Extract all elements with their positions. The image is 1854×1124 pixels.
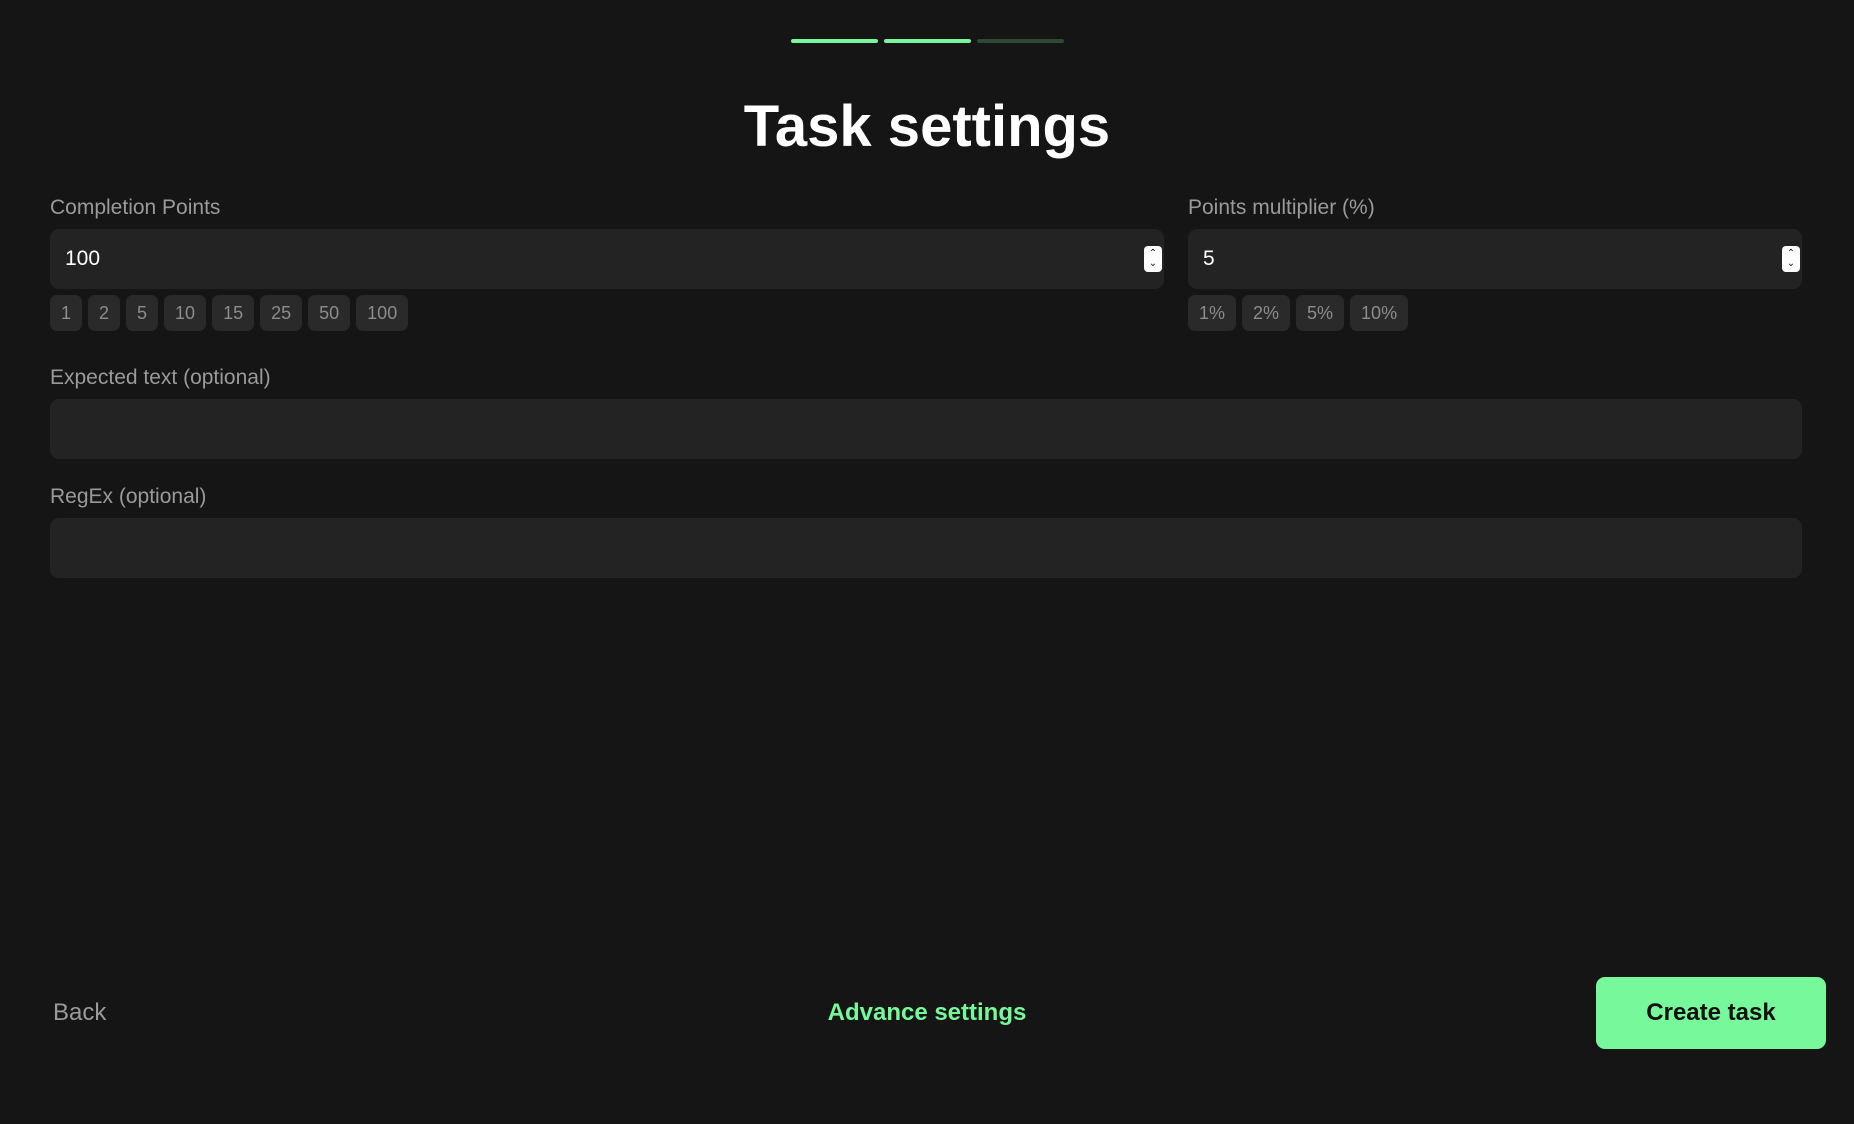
back-button[interactable]: Back (53, 999, 106, 1027)
preset-chip-25[interactable]: 25 (260, 295, 303, 331)
progress-step-1 (791, 39, 878, 43)
preset-chip-100[interactable]: 100 (356, 295, 409, 331)
points-multiplier-value: 5 (1203, 247, 1215, 270)
progress-step-2 (884, 39, 971, 43)
points-multiplier-presets: 1% 2% 5% 10% (1188, 295, 1409, 331)
preset-chip-1-percent[interactable]: 1% (1188, 295, 1237, 331)
progress-step-3 (977, 39, 1064, 43)
completion-points-label: Completion Points (50, 196, 221, 219)
points-multiplier-stepper[interactable]: ⌃ ⌄ (1782, 246, 1800, 272)
chevron-down-icon[interactable]: ⌄ (1149, 259, 1157, 269)
completion-points-input[interactable]: 100 ⌃ ⌄ (50, 229, 1164, 289)
preset-chip-1[interactable]: 1 (50, 295, 83, 331)
page-title: Task settings (743, 94, 1111, 159)
advance-settings-link[interactable]: Advance settings (828, 999, 1027, 1026)
expected-text-input[interactable] (50, 399, 1802, 459)
regex-label: RegEx (optional) (50, 485, 207, 508)
preset-chip-10-percent[interactable]: 10% (1350, 295, 1409, 331)
step-progress-indicator (791, 39, 1064, 43)
regex-input[interactable] (50, 518, 1802, 578)
points-multiplier-input[interactable]: 5 ⌃ ⌄ (1188, 229, 1802, 289)
preset-chip-15[interactable]: 15 (212, 295, 255, 331)
chevron-down-icon[interactable]: ⌄ (1787, 259, 1795, 269)
task-settings-page: Task settings Completion Points 100 ⌃ ⌄ … (0, 0, 1854, 1124)
create-task-button[interactable]: Create task (1596, 977, 1826, 1049)
advance-settings-row: Advance settings (0, 999, 1854, 1027)
preset-chip-5[interactable]: 5 (126, 295, 159, 331)
preset-chip-10[interactable]: 10 (164, 295, 207, 331)
points-multiplier-label: Points multiplier (%) (1188, 196, 1375, 219)
preset-chip-2[interactable]: 2 (88, 295, 121, 331)
preset-chip-2-percent[interactable]: 2% (1242, 295, 1291, 331)
preset-chip-5-percent[interactable]: 5% (1296, 295, 1345, 331)
preset-chip-50[interactable]: 50 (308, 295, 351, 331)
completion-points-presets: 1 2 5 10 15 25 50 100 (50, 295, 409, 331)
completion-points-value: 100 (65, 247, 101, 270)
expected-text-label: Expected text (optional) (50, 366, 271, 389)
completion-points-stepper[interactable]: ⌃ ⌄ (1144, 246, 1162, 272)
